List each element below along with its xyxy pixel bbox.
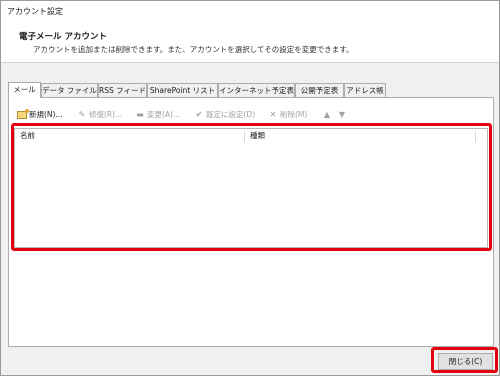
list-header: 名前 種類 (15, 129, 487, 143)
account-list[interactable]: 名前 種類 (14, 128, 488, 248)
mail-tab-panel: 新規(N)... ✎ 修復(R)... ▬ 変更(A)... ✔ 既定に設定(D… (8, 97, 494, 347)
close-button[interactable]: 閉じる(C) (438, 353, 493, 370)
checkmark-icon: ✔ (195, 110, 203, 119)
set-default-label: 既定に設定(D) (206, 110, 256, 119)
header-title: 電子メール アカウント (19, 32, 107, 42)
set-default-button[interactable]: ✔ 既定に設定(D) (194, 109, 256, 121)
change-button[interactable]: ▬ 変更(A)... (135, 109, 180, 121)
tab-published-calendars[interactable]: 公開予定表 (295, 83, 344, 97)
move-down-button[interactable]: ▼ (337, 109, 349, 121)
tab-rss-feeds[interactable]: RSS フィード (98, 83, 147, 97)
window-title: アカウント設定 (1, 1, 499, 21)
repair-label: 修復(R)... (89, 110, 123, 119)
arrow-down-icon: ▼ (338, 110, 346, 119)
repair-button[interactable]: ✎ 修復(R)... (77, 109, 123, 121)
dialog-header: 電子メール アカウント アカウントを追加または削除できます。また、アカウントを選… (1, 21, 499, 63)
account-toolbar: 新規(N)... ✎ 修復(R)... ▬ 変更(A)... ✔ 既定に設定(D… (17, 109, 487, 121)
column-header-name[interactable]: 名前 (15, 129, 244, 143)
header-description: アカウントを追加または削除できます。また、アカウントを選択してその設定を変更でき… (33, 45, 354, 54)
column-header-type[interactable]: 種類 (245, 129, 475, 143)
remove-button[interactable]: ✕ 削除(M) (268, 109, 308, 121)
new-account-icon (17, 109, 29, 119)
change-label: 変更(A)... (147, 110, 181, 119)
account-settings-window: アカウント設定 電子メール アカウント アカウントを追加または削除できます。また… (0, 0, 500, 376)
remove-label: 削除(M) (280, 110, 308, 119)
change-icon: ▬ (136, 110, 144, 119)
tab-data-files[interactable]: データ ファイル (41, 83, 98, 97)
tab-mail[interactable]: メール (8, 82, 41, 98)
move-up-button[interactable]: ▲ (322, 109, 334, 121)
tab-address-books[interactable]: アドレス帳 (344, 83, 386, 97)
new-account-button[interactable]: 新規(N)... (17, 109, 63, 121)
column-separator[interactable] (475, 131, 476, 142)
wrench-icon: ✎ (78, 110, 86, 119)
arrow-up-icon: ▲ (323, 110, 331, 119)
tab-sharepoint-lists[interactable]: SharePoint リスト (147, 83, 218, 97)
new-account-label: 新規(N)... (29, 110, 63, 119)
delete-x-icon: ✕ (269, 110, 277, 119)
tab-internet-calendars[interactable]: インターネット予定表 (218, 83, 295, 97)
